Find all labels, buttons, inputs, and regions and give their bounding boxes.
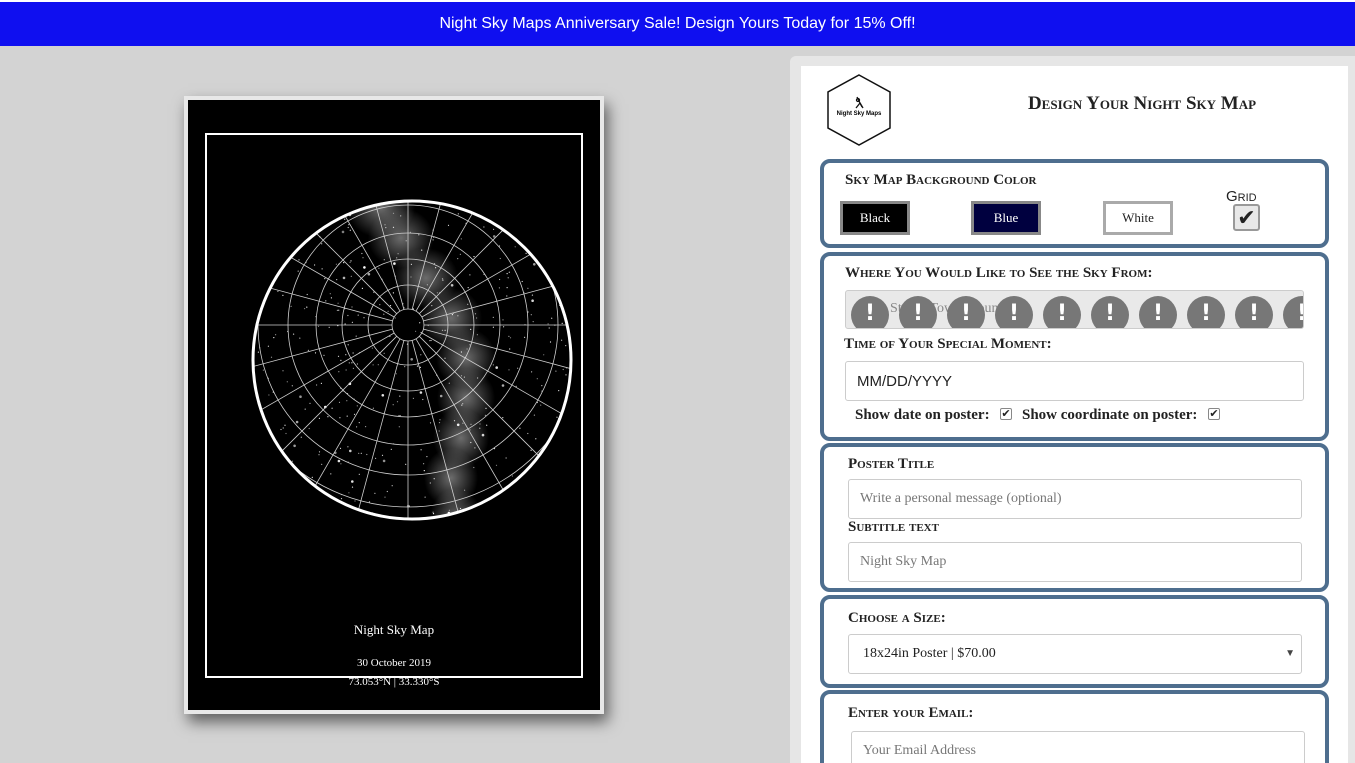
chevron-down-icon: ▼ bbox=[1285, 648, 1295, 659]
checkmark-icon: ✔ bbox=[1001, 408, 1011, 420]
email-input[interactable]: Your Email Address bbox=[851, 731, 1305, 763]
size-selected-value: 18x24in Poster | $70.00 bbox=[863, 646, 996, 661]
poster-frame: Night Sky Map 30 October 2019 73.053°N |… bbox=[205, 133, 583, 688]
blue-color-label: Blue bbox=[993, 210, 1019, 225]
moment-label: Time of Your Special Moment: bbox=[844, 336, 1052, 352]
warning-icon: ! bbox=[1235, 296, 1273, 328]
size-select[interactable]: 18x24in Poster | $70.00 ▼ bbox=[848, 634, 1302, 674]
black-color-button[interactable]: Black bbox=[840, 201, 910, 235]
subtitle-input[interactable]: Night Sky Map bbox=[848, 542, 1302, 582]
poster-title-input[interactable]: Write a personal message (optional) bbox=[848, 479, 1302, 519]
poster-title-placeholder: Write a personal message (optional) bbox=[860, 491, 1062, 506]
warning-icon: ! bbox=[1283, 296, 1303, 328]
email-placeholder: Your Email Address bbox=[863, 743, 976, 758]
blue-color-button[interactable]: Blue bbox=[971, 201, 1041, 235]
grid-checkbox[interactable]: ✔ bbox=[1233, 204, 1260, 231]
poster-title-label: Poster Title bbox=[848, 456, 935, 472]
checkmark-icon: ✔ bbox=[1209, 408, 1219, 420]
poster-title: Night Sky Map bbox=[353, 622, 435, 637]
poster-preview: Night Sky Map 30 October 2019 73.053°N |… bbox=[184, 96, 604, 714]
email-label: Enter your Email: bbox=[848, 705, 974, 721]
warning-icon: ! bbox=[1187, 296, 1225, 328]
location-label: Where You Would Like to See the Sky From… bbox=[845, 265, 1153, 281]
subtitle-placeholder: Night Sky Map bbox=[860, 554, 947, 569]
show-coordinate-checkbox[interactable]: ✔ bbox=[1208, 408, 1220, 420]
background-color-label: Sky Map Background Color bbox=[845, 172, 1037, 188]
poster-date: 30 October 2019 bbox=[357, 657, 431, 669]
black-color-label: Black bbox=[859, 210, 891, 225]
night-sky-maps-logo bbox=[827, 74, 891, 146]
show-coordinate-label: Show coordinate on poster: bbox=[1022, 407, 1198, 423]
page-title: Design Your Night Sky Map bbox=[1027, 93, 1257, 114]
warning-icon: ! bbox=[1139, 296, 1177, 328]
warning-icon: ! bbox=[899, 296, 937, 328]
date-input-value: MM/DD/YYYY bbox=[857, 372, 953, 390]
warning-icon: ! bbox=[851, 296, 889, 328]
date-input[interactable]: MM/DD/YYYY bbox=[845, 361, 1304, 401]
warning-icon: ! bbox=[1091, 296, 1129, 328]
promo-banner-text: Night Sky Maps Anniversary Sale! Design … bbox=[439, 15, 916, 32]
warning-icon: ! bbox=[947, 296, 985, 328]
white-color-label: White bbox=[1122, 210, 1154, 225]
warning-icon: ! bbox=[995, 296, 1033, 328]
subtitle-label: Subtitle text bbox=[848, 519, 939, 535]
show-date-label: Show date on poster: bbox=[855, 407, 990, 423]
sky-map bbox=[251, 199, 573, 521]
promo-banner: Night Sky Maps Anniversary Sale! Design … bbox=[0, 0, 1355, 46]
logo-text: Night Sky Maps bbox=[836, 111, 882, 117]
show-date-checkbox[interactable]: ✔ bbox=[1000, 408, 1012, 420]
grid-label: Grid bbox=[1226, 188, 1257, 205]
location-search-input[interactable]: E.g. Street, Town, Country... ! ! ! ! ! … bbox=[845, 290, 1304, 329]
white-color-button[interactable]: White bbox=[1103, 201, 1173, 235]
size-label: Choose a Size: bbox=[848, 610, 946, 626]
poster-coordinates: 73.053°N | 33.330°S bbox=[348, 676, 440, 688]
checkmark-icon: ✔ bbox=[1237, 204, 1256, 230]
warning-icon: ! bbox=[1043, 296, 1081, 328]
